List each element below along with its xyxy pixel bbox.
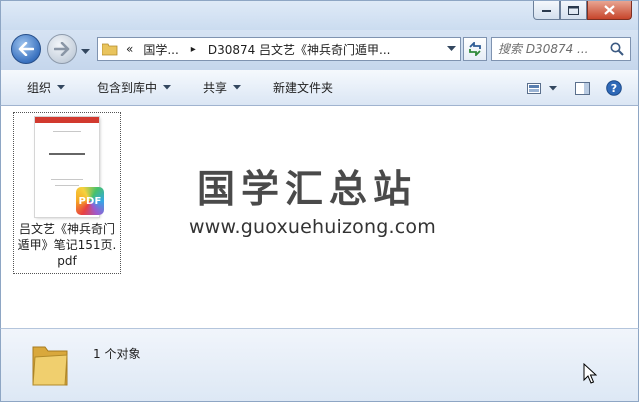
help-button[interactable]: ? xyxy=(600,70,628,106)
forward-arrow-icon xyxy=(54,42,70,56)
watermark-title: 国学汇总站 xyxy=(197,167,418,211)
refresh-icon xyxy=(469,42,481,56)
address-history-button[interactable] xyxy=(442,38,460,60)
chevron-down-icon xyxy=(446,46,456,51)
svg-text:?: ? xyxy=(611,82,617,95)
file-name-line: 吕文艺《神兵奇门 xyxy=(18,222,115,236)
thumbnail-line xyxy=(55,185,79,186)
chevron-down-icon xyxy=(57,85,66,90)
maximize-button[interactable] xyxy=(560,1,587,20)
item-count: 1 个对象 xyxy=(93,347,141,361)
help-icon: ? xyxy=(606,80,622,96)
search-input[interactable] xyxy=(498,42,610,56)
view-options-button[interactable] xyxy=(547,70,565,106)
share-label: 共享 xyxy=(203,81,228,95)
back-arrow-icon xyxy=(18,42,34,56)
search-icon[interactable] xyxy=(610,42,624,56)
thumbnail-line xyxy=(51,179,83,180)
close-icon xyxy=(604,5,615,15)
file-list[interactable]: PDF 吕文艺《神兵奇门 遁甲》笔记151页. pdf 国学汇总站 www.gu… xyxy=(0,106,639,328)
close-button[interactable] xyxy=(587,1,632,20)
chevron-down-icon xyxy=(81,49,90,54)
details-pane: 1 个对象 xyxy=(0,328,639,402)
include-in-library-menu[interactable]: 包含到库中 xyxy=(85,70,183,106)
minimize-button[interactable] xyxy=(533,1,560,20)
file-item[interactable]: PDF 吕文艺《神兵奇门 遁甲》笔记151页. pdf xyxy=(13,112,121,274)
file-name[interactable]: 吕文艺《神兵奇门 遁甲》笔记151页. pdf xyxy=(14,221,120,269)
chevron-down-icon xyxy=(233,85,242,90)
folder-icon xyxy=(32,346,68,386)
view-controls: ? xyxy=(521,70,628,106)
minimize-icon xyxy=(541,10,551,12)
address-bar[interactable]: « 国学... ▸ D30874 吕文艺《神兵奇门遁甲... xyxy=(97,37,461,61)
breadcrumb-root[interactable]: 国学... xyxy=(143,41,178,58)
change-view-button[interactable] xyxy=(521,70,547,106)
window-controls xyxy=(533,1,632,20)
thumbnail-line xyxy=(53,131,81,132)
refresh-button[interactable] xyxy=(463,37,487,61)
thumbnail-header-bar xyxy=(35,117,99,123)
pdf-badge-label: PDF xyxy=(78,195,102,207)
view-icon xyxy=(527,82,541,94)
include-in-library-label: 包含到库中 xyxy=(97,81,158,95)
maximize-icon xyxy=(568,5,579,15)
pdf-file-icon: PDF xyxy=(76,187,104,215)
folder-icon xyxy=(102,43,118,56)
search-box[interactable] xyxy=(491,37,631,61)
file-name-line: pdf xyxy=(57,254,77,268)
back-button[interactable] xyxy=(11,34,41,64)
organize-label: 组织 xyxy=(27,81,52,95)
overflow-chevrons[interactable]: « xyxy=(126,42,133,56)
organize-menu[interactable]: 组织 xyxy=(15,70,77,106)
forward-button[interactable] xyxy=(47,34,77,64)
preview-pane-button[interactable] xyxy=(565,70,600,106)
chevron-down-icon xyxy=(163,85,172,90)
file-name-line: 遁甲》笔记151页. xyxy=(17,238,117,252)
command-bar: 组织 包含到库中 共享 新建文件夹 ? xyxy=(0,70,639,106)
watermark-url: www.guoxuehuizong.com xyxy=(189,216,436,238)
preview-pane-icon xyxy=(575,81,590,95)
breadcrumb-separator[interactable]: ▸ xyxy=(191,44,196,55)
new-folder-label: 新建文件夹 xyxy=(273,81,334,95)
chevron-down-icon xyxy=(549,85,557,90)
navigation-bar: « 国学... ▸ D30874 吕文艺《神兵奇门遁甲... xyxy=(0,30,639,70)
title-bar xyxy=(0,0,639,30)
new-folder-button[interactable]: 新建文件夹 xyxy=(261,70,345,106)
share-menu[interactable]: 共享 xyxy=(191,70,253,106)
thumbnail-title xyxy=(49,153,85,155)
breadcrumb-current[interactable]: D30874 吕文艺《神兵奇门遁甲... xyxy=(208,41,391,58)
mouse-cursor-icon xyxy=(583,363,597,384)
recent-pages-button[interactable] xyxy=(81,44,90,58)
